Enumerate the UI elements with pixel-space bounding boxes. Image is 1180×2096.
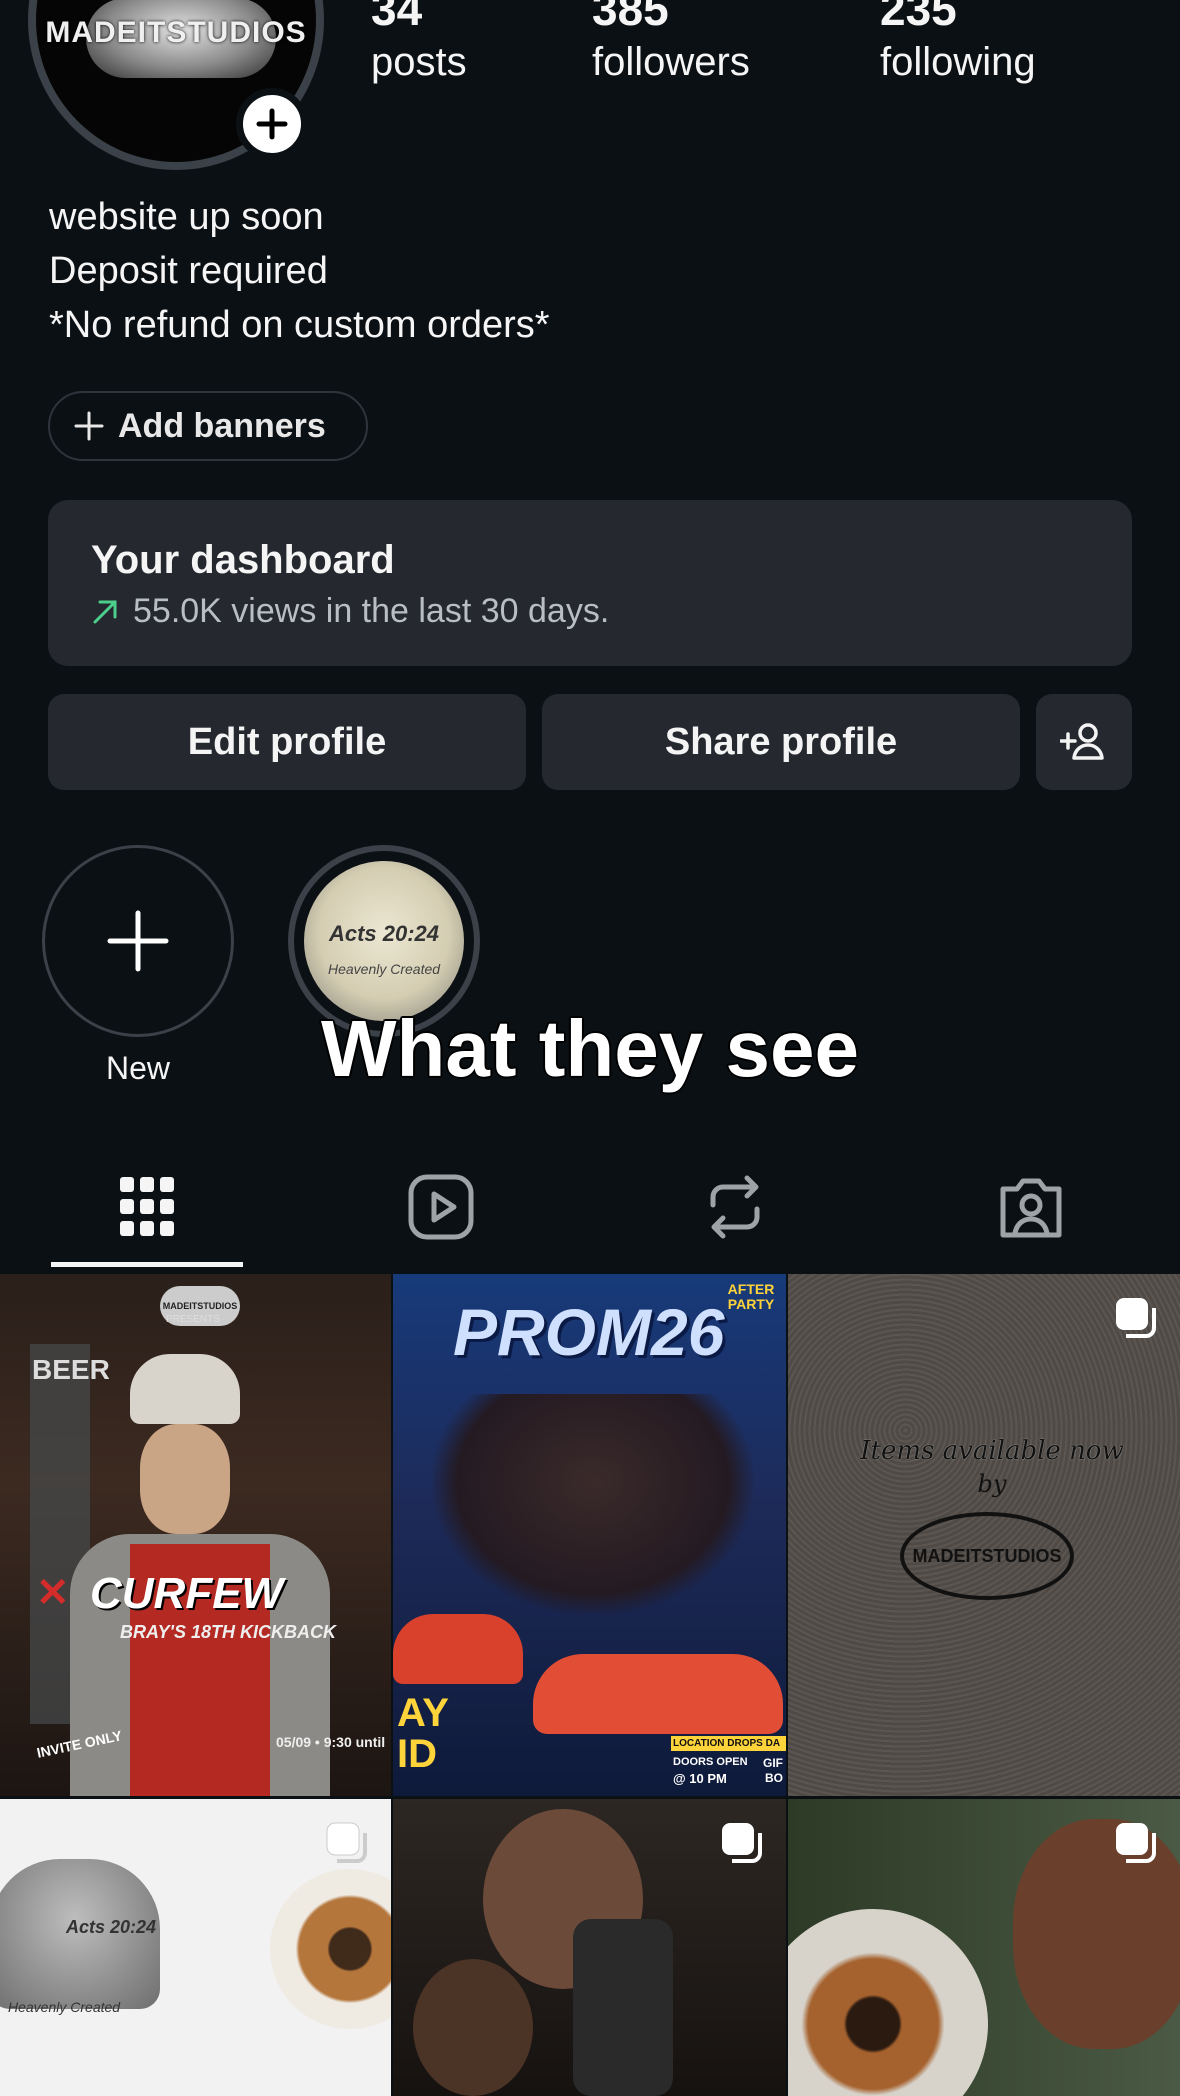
followers-label[interactable]: followers	[592, 40, 750, 85]
grid-post[interactable]: BEER MADEITSTUDIOS PRESENTS CURFEW ✕ BRA…	[0, 1274, 391, 1796]
post-gif-text: GIF	[763, 1756, 783, 1770]
posts-label[interactable]: posts	[371, 40, 467, 85]
plus-icon	[107, 910, 169, 972]
avatar-logo-text: MADEITSTUDIOS	[45, 16, 307, 49]
dashboard-subtitle: 55.0K views in the last 30 days.	[133, 592, 610, 630]
grid-post[interactable]: Items available now by MADEITSTUDIOS	[788, 1274, 1180, 1796]
post-car-left	[393, 1614, 523, 1684]
post-time: @ 10 PM	[673, 1771, 727, 1786]
highlight-thumbnail: Acts 20:24 Heavenly Created	[304, 861, 464, 1021]
post-car-right	[533, 1654, 783, 1734]
dashboard-card[interactable]: Your dashboard 55.0K views in the last 3…	[48, 500, 1132, 666]
video-caption-overlay: What they see	[320, 1003, 861, 1095]
active-tab-indicator	[51, 1262, 243, 1267]
dashboard-title: Your dashboard	[91, 538, 395, 582]
post-bo-text: BO	[765, 1771, 783, 1785]
bio-line: Deposit required	[49, 250, 328, 292]
plus-icon	[256, 108, 288, 140]
dashboard-subtitle-row: 55.0K views in the last 30 days.	[91, 592, 609, 631]
grid-post[interactable]	[393, 1799, 786, 2096]
bio-line: *No refund on custom orders*	[49, 304, 550, 346]
bio-line: website up soon	[49, 196, 324, 238]
post-hat	[130, 1354, 240, 1424]
post-brand-logo: MADEITSTUDIOS	[900, 1512, 1074, 1600]
multi-post-icon	[1116, 1823, 1156, 1863]
tagged-icon	[1000, 1178, 1062, 1238]
tab-reels[interactable]	[361, 1162, 521, 1252]
post-after-party: AFTER PARTY	[727, 1281, 775, 1313]
grid-post[interactable]: Acts 20:24 Heavenly Created	[0, 1799, 391, 2096]
plus-icon	[74, 411, 104, 441]
grid-post[interactable]: PROM26 AFTER PARTY AY ID LOCATION DROPS …	[393, 1274, 786, 1796]
tab-reposts[interactable]	[655, 1162, 815, 1252]
grid-icon	[120, 1177, 174, 1236]
post-side-text-2: ID	[397, 1732, 437, 1776]
post-eye-beanie	[270, 1869, 391, 2029]
post-doors: DOORS OPEN	[673, 1756, 748, 1768]
post-phone	[573, 1919, 673, 2096]
post-side-text: AY	[397, 1691, 449, 1735]
post-prom-title: PROM26	[453, 1295, 725, 1369]
post-beanie-subtext: Heavenly Created	[8, 1999, 121, 2015]
highlight-thumb-subtext: Heavenly Created	[327, 961, 441, 977]
reposts-icon	[710, 1175, 760, 1239]
posts-count[interactable]: 34	[371, 0, 422, 32]
trend-up-icon	[93, 600, 117, 623]
post-items-text: Items available now	[860, 1436, 1124, 1466]
post-subtitle: BRAY'S 18TH KICKBACK	[120, 1622, 336, 1642]
discover-people-button[interactable]	[1036, 694, 1132, 790]
post-date: 05/09 • 9:30 until	[276, 1734, 386, 1750]
multi-post-icon	[326, 1822, 367, 1863]
post-headline: CURFEW	[90, 1569, 284, 1618]
share-profile-button[interactable]: Share profile	[542, 694, 1020, 790]
tab-tagged[interactable]	[951, 1162, 1111, 1252]
tab-posts[interactable]	[67, 1162, 227, 1252]
add-person-icon	[1060, 723, 1104, 760]
post-crowd	[433, 1394, 753, 1614]
grid-post[interactable]	[788, 1799, 1180, 2096]
post-location: LOCATION DROPS DA	[671, 1736, 786, 1751]
highlight-thumb-text: Acts 20:24	[328, 921, 440, 946]
post-beanie-text: Acts 20:24	[66, 1917, 157, 1937]
add-story-button[interactable]	[236, 88, 308, 160]
following-count[interactable]: 235	[880, 0, 957, 32]
post-presents-text: PRESENTS	[166, 1314, 220, 1325]
post-by-text: by	[977, 1470, 1007, 1498]
post-no-mark: ✕	[36, 1571, 70, 1615]
add-banners-label: Add banners	[118, 406, 326, 445]
post-face	[140, 1424, 230, 1534]
post-eye	[788, 1909, 988, 2096]
followers-count[interactable]: 385	[592, 0, 669, 32]
edit-profile-button[interactable]: Edit profile	[48, 694, 526, 790]
add-banners-button[interactable]: Add banners	[48, 391, 368, 461]
following-label[interactable]: following	[880, 40, 1036, 85]
post-person-2	[413, 1959, 533, 2096]
multi-post-icon	[722, 1823, 762, 1863]
post-beer-text: BEER	[32, 1354, 110, 1385]
multi-post-icon	[1116, 1298, 1156, 1338]
reels-icon	[408, 1174, 474, 1240]
